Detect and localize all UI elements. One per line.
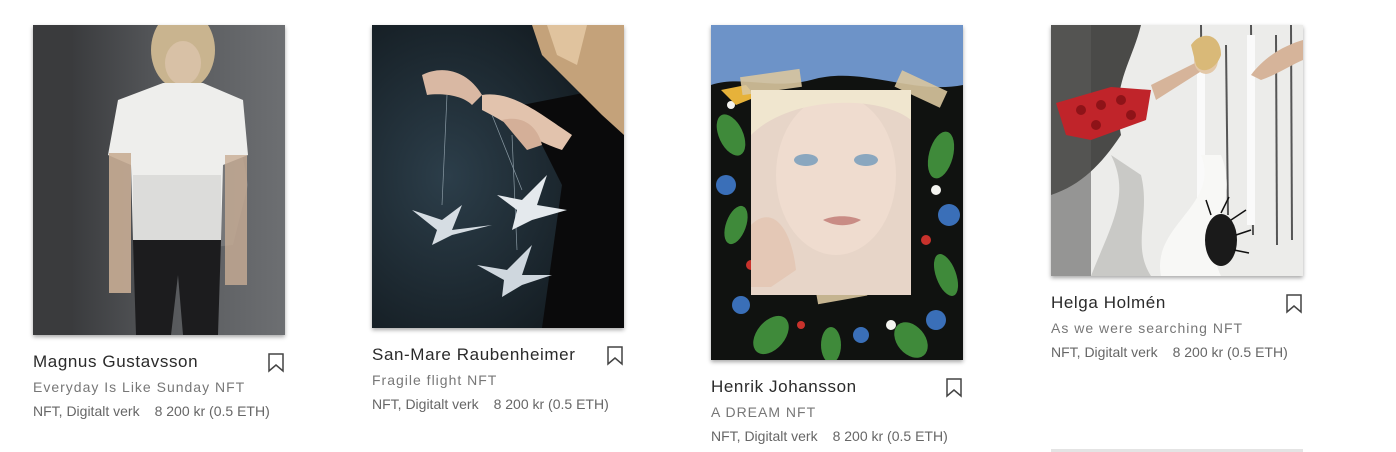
- artist-name[interactable]: San-Mare Raubenheimer: [372, 344, 624, 366]
- artwork-image[interactable]: [711, 25, 963, 360]
- bookmark-icon[interactable]: [267, 353, 285, 373]
- painting-face-floral-pattern: [711, 25, 963, 360]
- artwork-image[interactable]: [1051, 25, 1303, 276]
- artwork-category: NFT, Digitalt verk: [372, 396, 479, 412]
- artwork-card: San-Mare Raubenheimer Fragile flight NFT…: [372, 25, 624, 413]
- artwork-price: 8 200 kr (0.5 ETH): [154, 403, 270, 419]
- artist-name[interactable]: Helga Holmén: [1051, 292, 1303, 314]
- artwork-price: 8 200 kr (0.5 ETH): [832, 428, 948, 444]
- artwork-price: 8 200 kr (0.5 ETH): [1172, 344, 1288, 360]
- artist-name[interactable]: Magnus Gustavsson: [33, 351, 285, 373]
- artwork-title[interactable]: Everyday Is Like Sunday NFT: [33, 378, 285, 396]
- artwork-meta: NFT, Digitalt verk 8 200 kr (0.5 ETH): [711, 427, 963, 445]
- painting-woman-white-tshirt: [33, 25, 285, 335]
- artwork-meta: NFT, Digitalt verk 8 200 kr (0.5 ETH): [1051, 343, 1303, 361]
- artwork-card: Helga Holmén As we were searching NFT NF…: [1051, 25, 1303, 361]
- artwork-category: NFT, Digitalt verk: [1051, 344, 1158, 360]
- bookmark-icon[interactable]: [945, 378, 963, 398]
- artwork-title[interactable]: As we were searching NFT: [1051, 319, 1303, 337]
- drawing-girl-red-dress-forest: [1051, 25, 1303, 276]
- bookmark-icon[interactable]: [606, 346, 624, 366]
- artwork-meta: NFT, Digitalt verk 8 200 kr (0.5 ETH): [33, 402, 285, 420]
- artwork-title[interactable]: A DREAM NFT: [711, 403, 963, 421]
- artwork-price: 8 200 kr (0.5 ETH): [493, 396, 609, 412]
- bookmark-icon[interactable]: [1285, 294, 1303, 314]
- artwork-card: Henrik Johansson A DREAM NFT NFT, Digita…: [711, 25, 963, 445]
- artwork-meta: NFT, Digitalt verk 8 200 kr (0.5 ETH): [372, 395, 624, 413]
- artwork-category: NFT, Digitalt verk: [33, 403, 140, 419]
- artist-name[interactable]: Henrik Johansson: [711, 376, 963, 398]
- artwork-image[interactable]: [33, 25, 285, 335]
- painting-hands-origami-cranes: [372, 25, 624, 328]
- artwork-image[interactable]: [372, 25, 624, 328]
- artwork-card: Magnus Gustavsson Everyday Is Like Sunda…: [33, 25, 285, 420]
- artwork-category: NFT, Digitalt verk: [711, 428, 818, 444]
- artwork-title[interactable]: Fragile flight NFT: [372, 371, 624, 389]
